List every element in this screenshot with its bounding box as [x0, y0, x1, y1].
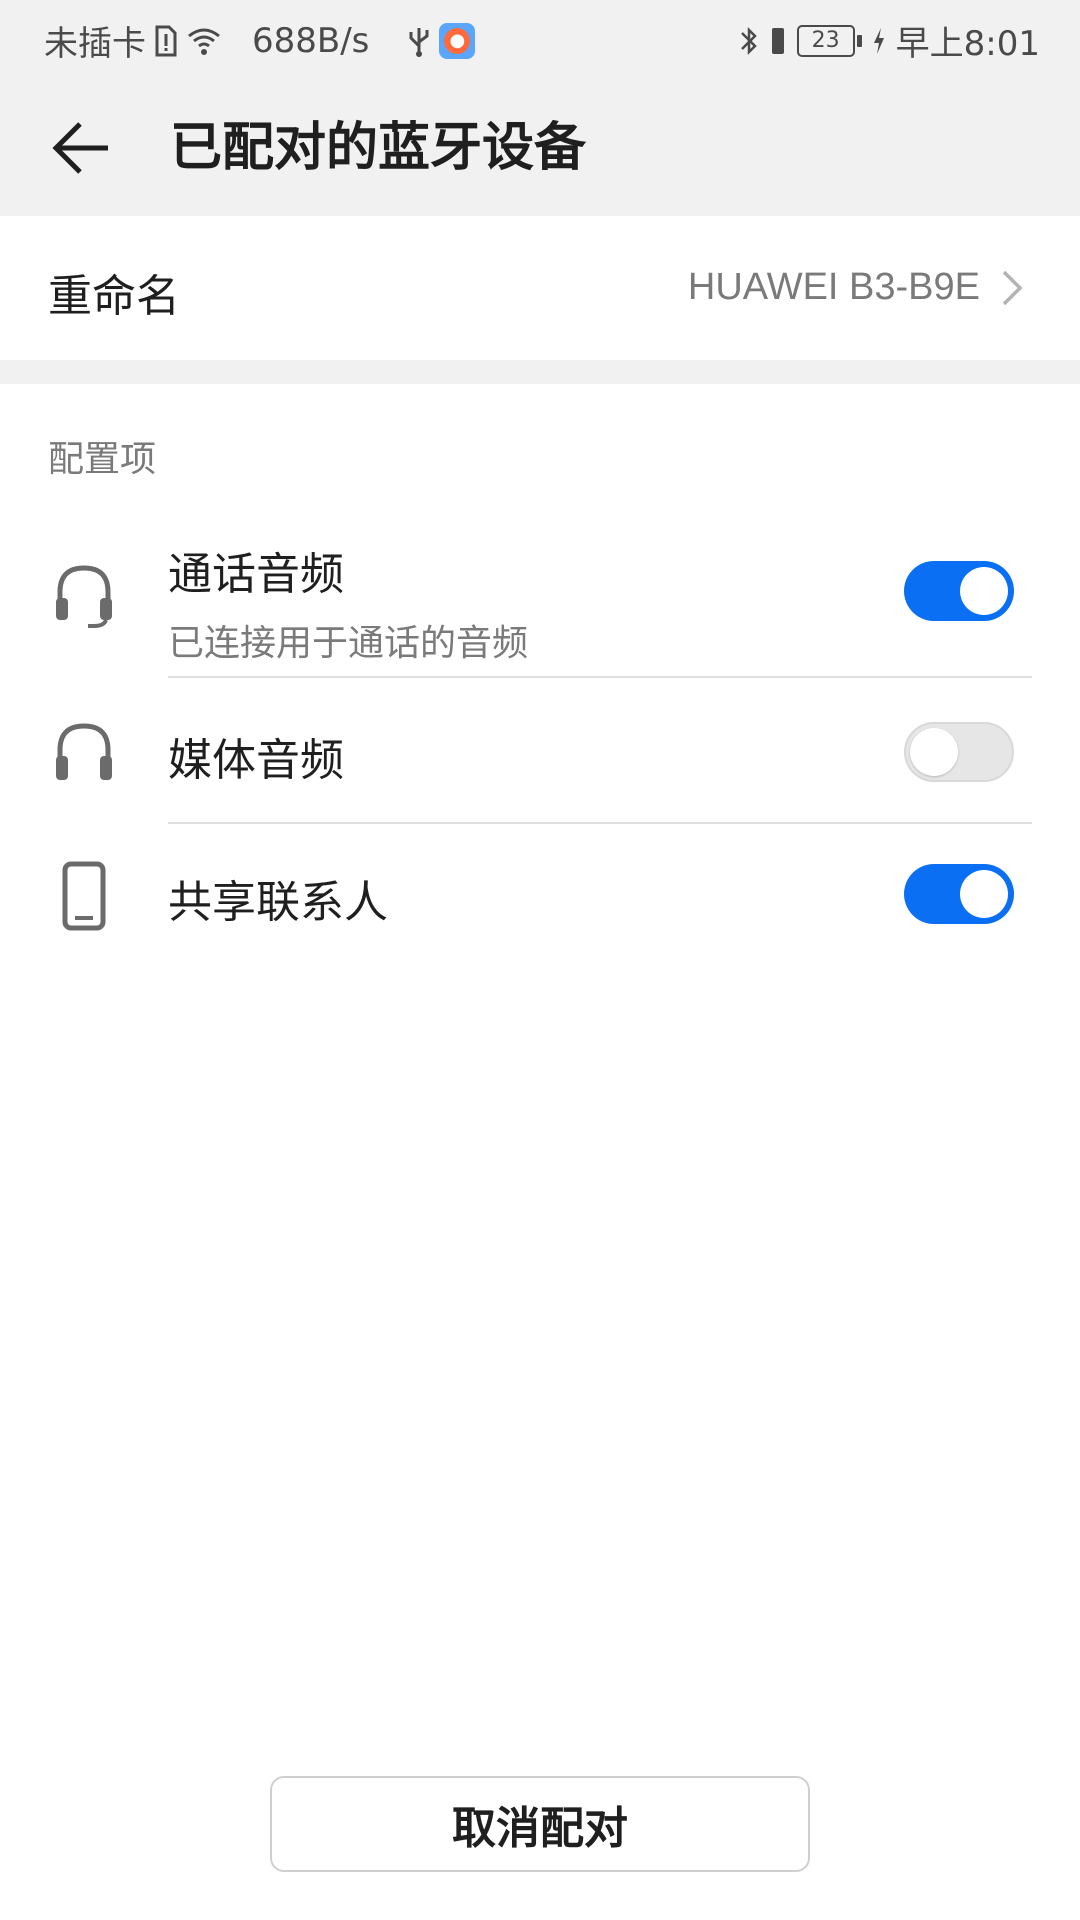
battery-nub	[856, 34, 862, 47]
status-bar: 未插卡 688B/s ● 23 早上8:01	[0, 0, 1080, 76]
carrier-text: 未插卡	[44, 24, 146, 64]
toggle-knob	[960, 567, 1008, 615]
phone-icon	[62, 861, 106, 931]
call-audio-label: 通话音频	[168, 549, 344, 600]
no-sim-icon	[155, 25, 177, 56]
clock-text: 早上8:01	[895, 24, 1040, 64]
row-divider	[168, 676, 1032, 678]
unpair-button[interactable]: 取消配对	[270, 1776, 810, 1872]
notification-app-icon: ●	[439, 22, 476, 59]
call-audio-toggle[interactable]	[904, 561, 1014, 621]
chevron-right-icon	[1002, 270, 1023, 306]
list-item-share-contacts[interactable]: 共享联系人	[0, 824, 1080, 964]
status-right: 23 早上8:01	[739, 16, 1040, 65]
device-name-value: HUAWEI B3-B9E	[687, 266, 980, 308]
vibrate-battery-icon	[771, 27, 784, 54]
list-item-media-audio[interactable]: 媒体音频	[0, 680, 1080, 824]
toggle-knob	[960, 870, 1008, 918]
media-audio-toggle[interactable]	[904, 722, 1014, 782]
headset-icon	[56, 565, 112, 628]
list-item-call-audio[interactable]: 通话音频 已连接用于通话的音频	[0, 530, 1080, 680]
call-audio-subtitle: 已连接用于通话的音频	[168, 623, 529, 664]
back-arrow-icon[interactable]	[46, 112, 118, 184]
battery-indicator: 23	[796, 24, 862, 57]
section-divider	[0, 360, 1080, 384]
share-contacts-toggle[interactable]	[904, 864, 1014, 924]
rename-label: 重命名	[48, 271, 180, 322]
rename-row[interactable]: 重命名 HUAWEI B3-B9E	[0, 216, 1080, 360]
usb-icon	[409, 27, 429, 57]
section-title: 配置项	[48, 439, 157, 480]
app-bar: 已配对的蓝牙设备	[0, 76, 1080, 216]
page-title: 已配对的蓝牙设备	[170, 118, 587, 178]
status-left: 未插卡 688B/s ●	[44, 16, 476, 65]
share-contacts-label: 共享联系人	[168, 877, 388, 928]
net-speed-text: 688B/s	[252, 20, 370, 61]
battery-level: 23	[796, 24, 855, 57]
toggle-knob	[910, 728, 958, 776]
bluetooth-icon	[740, 26, 757, 55]
media-audio-label: 媒体音频	[168, 735, 344, 786]
charging-icon	[873, 27, 884, 54]
headphones-icon	[56, 723, 112, 780]
wifi-icon	[188, 28, 220, 55]
